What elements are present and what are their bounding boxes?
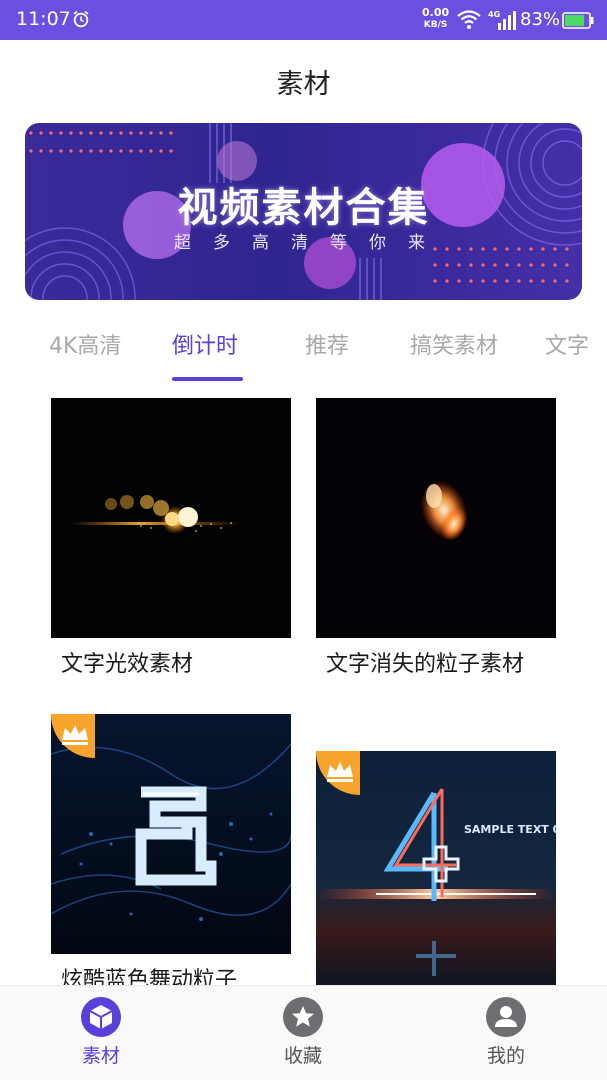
nav-materials[interactable]: 素材 — [51, 996, 151, 1068]
page-title: 素材 — [276, 69, 331, 100]
material-title: 文字光效素材 — [61, 652, 194, 677]
battery-fill — [565, 15, 585, 26]
material-title: 文字消失的粒子素材 — [326, 652, 525, 677]
network-speed-value: 0.00 — [422, 6, 450, 19]
battery-icon — [562, 12, 594, 29]
user-icon — [486, 997, 526, 1037]
premium-crown-icon — [51, 714, 95, 758]
material-thumbnail — [51, 714, 291, 954]
tab-recommended[interactable]: 推荐 — [305, 328, 349, 360]
material-card[interactable]: 文字光效素材 — [51, 398, 291, 698]
material-thumbnail: SAMPLE TEXT 0 — [316, 751, 556, 991]
banner-subtitle: 超多高清等你来 — [174, 233, 447, 253]
tab-countdown[interactable]: 倒计时 — [172, 328, 238, 360]
tab-text[interactable]: 文字 — [545, 328, 589, 360]
material-card[interactable]: SAMPLE TEXT 0 — [316, 751, 556, 991]
material-card[interactable]: 炫酷蓝色舞动粒子 — [51, 714, 291, 993]
alarm-icon — [73, 10, 89, 28]
nav-label-profile: 我的 — [486, 1045, 525, 1067]
nav-profile[interactable]: 我的 — [456, 996, 556, 1068]
battery-percent: 83% — [520, 9, 561, 30]
material-thumbnail — [316, 398, 556, 638]
active-tab-indicator — [172, 377, 243, 381]
network-type-label: 4G — [488, 10, 500, 19]
cellular-signal-icon: 4G — [488, 10, 516, 30]
wifi-icon — [457, 10, 481, 29]
promo-banner[interactable]: 视频素材合集 超多高清等你来 — [25, 123, 582, 300]
status-bar: 11:07 0.00 KB/S 4G 83% — [0, 0, 607, 40]
nav-favorites[interactable]: 收藏 — [253, 996, 353, 1068]
material-thumbnail — [51, 398, 291, 638]
thumbnail-sample-text: SAMPLE TEXT 0 — [464, 823, 556, 836]
app-screen: 11:07 0.00 KB/S 4G 83% 素材 视频素材合集 超多高清等你来… — [0, 0, 607, 1080]
network-speed-unit: KB/S — [423, 20, 448, 30]
tab-funny[interactable]: 搞笑素材 — [410, 328, 498, 360]
status-time: 11:07 — [16, 8, 71, 30]
star-icon — [283, 997, 323, 1037]
nav-label-materials: 素材 — [81, 1045, 120, 1067]
banner-title: 视频素材合集 — [177, 185, 430, 231]
category-tabs: 4K高清 倒计时 推荐 搞笑素材 文字 — [0, 324, 607, 384]
nav-label-favorites: 收藏 — [283, 1045, 322, 1067]
premium-crown-icon — [316, 751, 360, 795]
cube-icon — [81, 997, 121, 1037]
bottom-navigation: 素材 收藏 我的 — [0, 985, 607, 1080]
material-card[interactable]: 文字消失的粒子素材 — [316, 398, 556, 718]
tab-4k[interactable]: 4K高清 — [49, 328, 121, 360]
network-speed: 0.00 KB/S — [422, 7, 449, 31]
